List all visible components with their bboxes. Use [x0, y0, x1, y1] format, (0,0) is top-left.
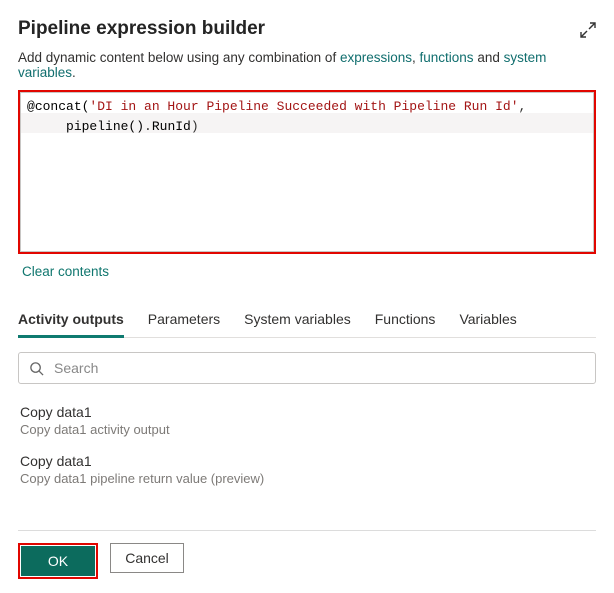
output-title: Copy data1 — [20, 453, 594, 469]
expressions-link[interactable]: expressions — [340, 50, 412, 65]
search-input[interactable] — [52, 359, 585, 377]
subtext-sep1: , — [412, 50, 420, 65]
tab-activity-outputs[interactable]: Activity outputs — [18, 303, 124, 337]
tabs: Activity outputs Parameters System varia… — [18, 303, 596, 338]
search-box[interactable] — [18, 352, 596, 384]
cancel-button[interactable]: Cancel — [110, 543, 184, 573]
subtext-prefix: Add dynamic content below using any comb… — [18, 50, 340, 65]
expr-fn-concat: concat( — [35, 99, 90, 114]
subtext-suffix: . — [72, 65, 76, 80]
expr-at: @ — [27, 99, 35, 114]
expr-id: RunId — [152, 119, 191, 134]
expr-close: ) — [191, 119, 199, 134]
footer: OK Cancel — [18, 530, 596, 579]
subtext: Add dynamic content below using any comb… — [18, 50, 596, 80]
expr-indent — [27, 119, 66, 134]
search-icon — [29, 361, 44, 376]
expr-fn-pipeline: pipeline() — [66, 119, 144, 134]
page-title: Pipeline expression builder — [18, 18, 265, 40]
list-item[interactable]: Copy data1 Copy data1 pipeline return va… — [18, 447, 596, 496]
expression-editor[interactable]: @concat('DI in an Hour Pipeline Succeede… — [20, 92, 594, 252]
output-title: Copy data1 — [20, 404, 594, 420]
output-sub: Copy data1 activity output — [20, 422, 594, 437]
output-sub: Copy data1 pipeline return value (previe… — [20, 471, 594, 486]
activity-outputs-list: Copy data1 Copy data1 activity output Co… — [18, 398, 596, 496]
ok-button-highlight: OK — [18, 543, 98, 579]
expr-string: 'DI in an Hour Pipeline Succeeded with P… — [89, 99, 518, 114]
expr-comma: , — [519, 99, 527, 114]
tab-variables[interactable]: Variables — [459, 303, 516, 337]
ok-button[interactable]: OK — [21, 546, 95, 576]
tab-system-variables[interactable]: System variables — [244, 303, 351, 337]
expand-icon[interactable] — [580, 22, 596, 38]
functions-link[interactable]: functions — [420, 50, 474, 65]
subtext-sep2: and — [474, 50, 504, 65]
tab-functions[interactable]: Functions — [375, 303, 436, 337]
clear-contents-link[interactable]: Clear contents — [22, 264, 109, 279]
list-item[interactable]: Copy data1 Copy data1 activity output — [18, 398, 596, 447]
expr-dot: . — [144, 119, 152, 134]
tab-parameters[interactable]: Parameters — [148, 303, 220, 337]
expression-editor-highlight: @concat('DI in an Hour Pipeline Succeede… — [18, 90, 596, 254]
